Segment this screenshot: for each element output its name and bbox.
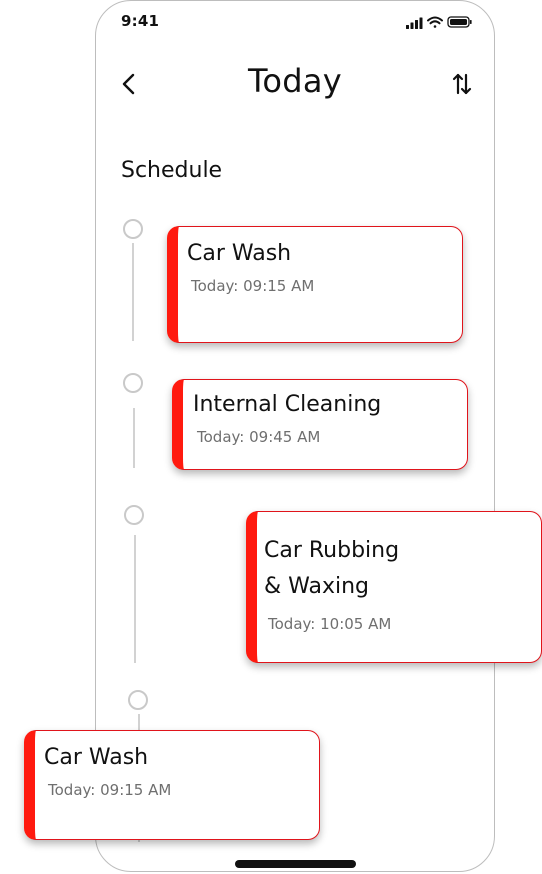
card-title: Internal Cleaning	[193, 392, 382, 417]
card-time: Today: 09:45 AM	[197, 428, 321, 446]
home-indicator[interactable]	[235, 860, 356, 868]
card-title: Car Rubbing & Waxing	[264, 538, 400, 599]
schedule-title: Schedule	[121, 158, 223, 183]
card-title: Car Wash	[44, 745, 149, 770]
status-time: 9:41	[121, 12, 160, 30]
schedule-card[interactable]: Car Wash Today: 09:15 AM	[24, 730, 320, 840]
card-time: Today: 10:05 AM	[268, 615, 392, 633]
timeline-dot	[128, 690, 148, 710]
timeline-line	[132, 243, 134, 341]
sort-button[interactable]	[449, 70, 475, 98]
timeline-dot	[123, 219, 143, 239]
card-time: Today: 09:15 AM	[191, 277, 315, 295]
card-time: Today: 09:15 AM	[48, 781, 172, 799]
timeline-line	[133, 408, 135, 468]
schedule-card[interactable]: Car Wash Today: 09:15 AM	[167, 226, 463, 343]
signal-icon	[406, 17, 423, 29]
wifi-icon	[427, 16, 443, 28]
battery-icon	[447, 16, 472, 28]
card-title: Car Wash	[187, 241, 292, 266]
timeline-dot	[124, 505, 144, 525]
status-icons	[406, 16, 472, 29]
schedule-card[interactable]: Internal Cleaning Today: 09:45 AM	[172, 379, 468, 470]
timeline-line	[134, 535, 136, 663]
sort-arrows-icon	[452, 73, 472, 95]
schedule-card[interactable]: Car Rubbing & Waxing Today: 10:05 AM	[246, 511, 542, 663]
page-title: Today	[247, 62, 343, 100]
back-button[interactable]	[116, 70, 142, 98]
timeline-dot	[123, 373, 143, 393]
chevron-left-icon	[122, 73, 135, 95]
